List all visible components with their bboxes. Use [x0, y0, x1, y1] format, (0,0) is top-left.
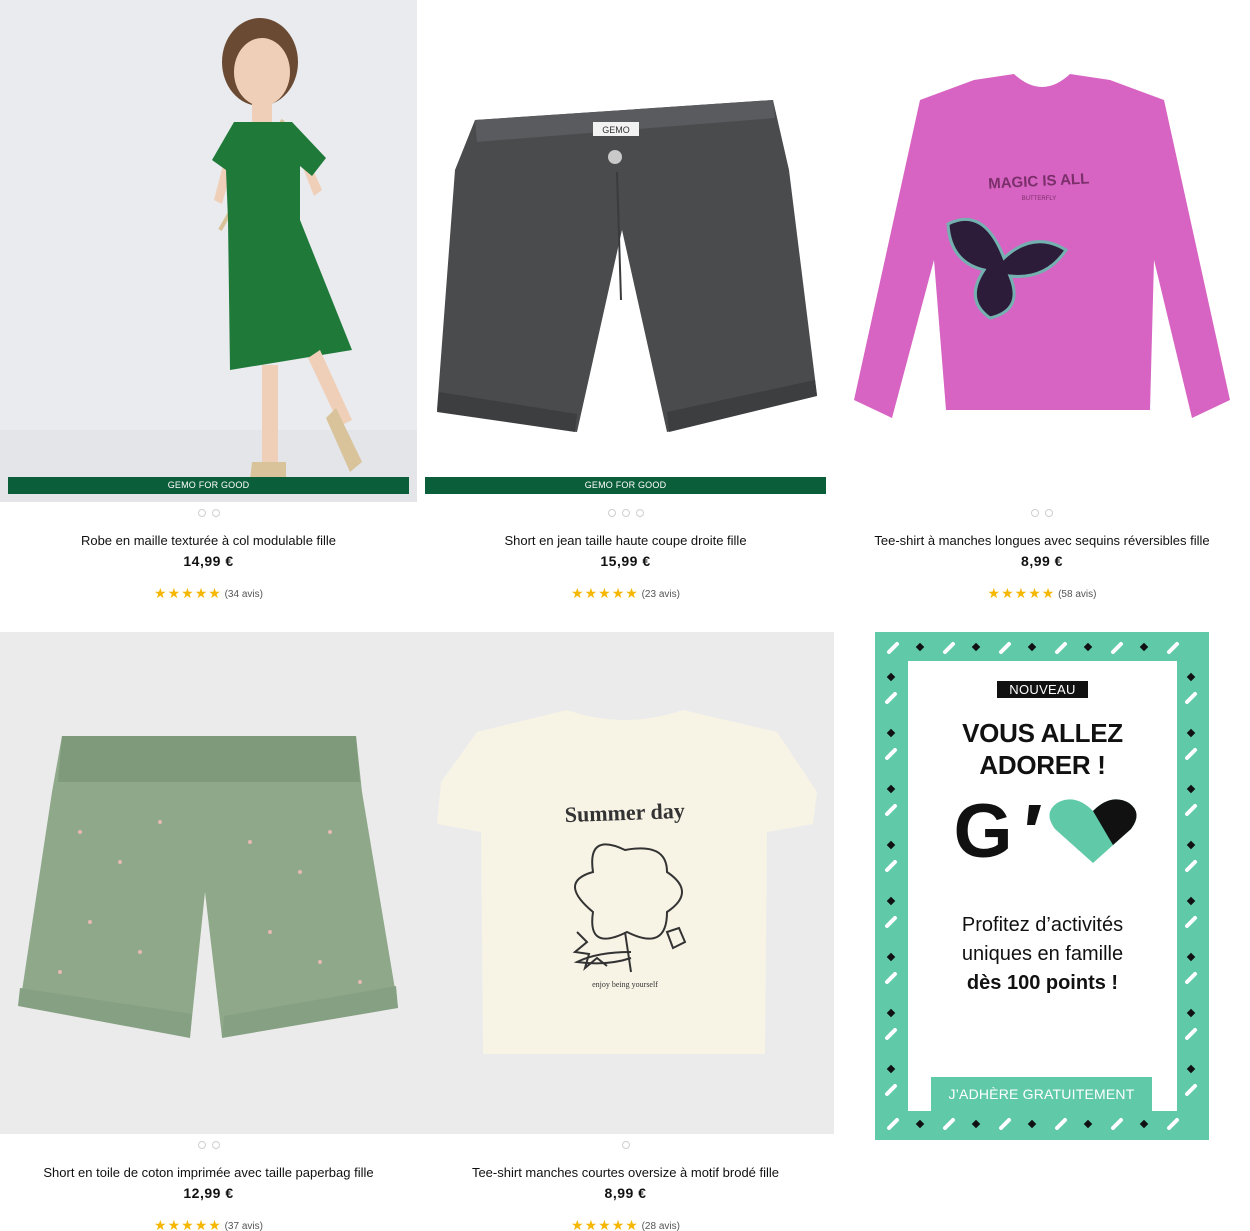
promo-headline-line: VOUS ALLEZ — [962, 718, 1123, 748]
review-count[interactable]: (58 avis) — [1058, 589, 1096, 600]
logo-letter: G — [953, 791, 1012, 871]
product-title[interactable]: Short en jean taille haute coupe droite … — [417, 533, 834, 548]
floral-shorts-photo — [0, 632, 417, 1134]
review-count[interactable]: (34 avis) — [225, 589, 263, 600]
product-image[interactable]: Summer day enjoy being yourself — [417, 632, 834, 1134]
product-title[interactable]: Tee-shirt à manches longues avec sequins… — [834, 533, 1250, 548]
promo-body-line: Profitez d’activités — [961, 914, 1124, 936]
carousel-dots[interactable] — [417, 504, 834, 517]
gemo-for-good-badge: GEMO FOR GOOD — [8, 477, 409, 494]
carousel-dot[interactable] — [1031, 509, 1039, 517]
carousel-dots[interactable] — [0, 504, 417, 517]
product-price: 15,99 € — [600, 553, 651, 569]
product-title[interactable]: Tee-shirt manches courtes oversize à mot… — [417, 1165, 834, 1180]
product-card[interactable]: Short en toile de coton imprimée avec ta… — [0, 632, 417, 1231]
join-free-button[interactable]: J’ADHÈRE GRATUITEMENT — [931, 1077, 1152, 1111]
brand-label-text: GEMO — [602, 125, 630, 135]
star-rating-icon: ★★★★★ — [154, 585, 222, 601]
gemo-heart-logo-icon: G — [953, 791, 1137, 871]
product-image[interactable]: MAGIC IS ALL BUTTERFLY — [834, 0, 1250, 502]
promo-headline-line: ADORER ! — [979, 750, 1106, 780]
carousel-dots[interactable] — [0, 1136, 417, 1149]
product-card[interactable]: GEMO FOR GOOD Robe en maille texturée à … — [0, 0, 417, 610]
product-rating: ★★★★★ (34 avis) — [0, 585, 417, 602]
review-count[interactable]: (37 avis) — [225, 1221, 263, 1231]
carousel-dot[interactable] — [1045, 509, 1053, 517]
product-title[interactable]: Robe en maille texturée à col modulable … — [0, 533, 417, 548]
review-count[interactable]: (23 avis) — [642, 589, 680, 600]
product-card[interactable]: GEMO GEMO FOR GOOD Short en jean taille … — [417, 0, 834, 610]
carousel-dots[interactable] — [834, 504, 1250, 517]
product-price: 8,99 € — [1021, 553, 1063, 569]
product-image[interactable]: GEMO GEMO FOR GOOD — [417, 0, 834, 502]
tee-print-text: Summer day — [564, 798, 685, 827]
gemo-for-good-badge: GEMO FOR GOOD — [425, 477, 826, 494]
carousel-dot[interactable] — [211, 509, 220, 517]
shorts-photo: GEMO — [417, 0, 834, 502]
promo-headline: VOUS ALLEZ ADORER ! — [908, 717, 1177, 781]
tee-print-subtext: BUTTERFLY — [1022, 196, 1057, 202]
carousel-dot[interactable] — [211, 1141, 220, 1149]
product-card[interactable]: MAGIC IS ALL BUTTERFLY Tee-shirt à manch… — [834, 0, 1250, 610]
star-rating-icon: ★★★★★ — [571, 585, 639, 601]
white-tee-photo: Summer day enjoy being yourself — [417, 632, 834, 1134]
pink-tee-photo: MAGIC IS ALL BUTTERFLY — [834, 0, 1250, 502]
carousel-dot[interactable] — [621, 509, 630, 517]
promo-body: Profitez d’activités uniques en famille … — [908, 911, 1177, 998]
product-image[interactable] — [0, 632, 417, 1134]
product-price: 12,99 € — [183, 1185, 234, 1201]
product-rating: ★★★★★ (37 avis) — [0, 1217, 417, 1231]
carousel-dots[interactable] — [417, 1136, 834, 1149]
product-price: 14,99 € — [183, 553, 234, 569]
product-price: 8,99 € — [604, 1185, 647, 1201]
dress-photo — [0, 0, 417, 502]
product-rating: ★★★★★ (23 avis) — [417, 585, 834, 602]
carousel-dot[interactable] — [607, 509, 616, 517]
review-count[interactable]: (28 avis) — [642, 1221, 680, 1231]
product-card[interactable]: Summer day enjoy being yourself Tee-shir… — [417, 632, 834, 1231]
product-image[interactable]: GEMO FOR GOOD — [0, 0, 417, 502]
star-rating-icon: ★★★★★ — [571, 1217, 639, 1231]
product-rating: ★★★★★ (28 avis) — [417, 1217, 834, 1231]
promo-body-line: dès 100 points ! — [966, 972, 1119, 994]
loyalty-promo-banner[interactable]: NOUVEAU VOUS ALLEZ ADORER ! G Profitez d… — [875, 632, 1209, 1140]
carousel-dot[interactable] — [197, 1141, 206, 1149]
product-rating: ★★★★★ (58 avis) — [834, 585, 1250, 602]
star-rating-icon: ★★★★★ — [154, 1217, 222, 1231]
carousel-dot[interactable] — [635, 509, 644, 517]
new-badge: NOUVEAU — [997, 681, 1088, 698]
star-rating-icon: ★★★★★ — [987, 585, 1056, 601]
promo-content: NOUVEAU VOUS ALLEZ ADORER ! G Profitez d… — [908, 661, 1177, 1111]
tee-print-subtext: enjoy being yourself — [592, 980, 658, 989]
carousel-dot[interactable] — [197, 509, 206, 517]
product-title[interactable]: Short en toile de coton imprimée avec ta… — [0, 1165, 417, 1180]
carousel-dot[interactable] — [621, 1141, 630, 1149]
promo-body-line: uniques en famille — [961, 943, 1124, 965]
